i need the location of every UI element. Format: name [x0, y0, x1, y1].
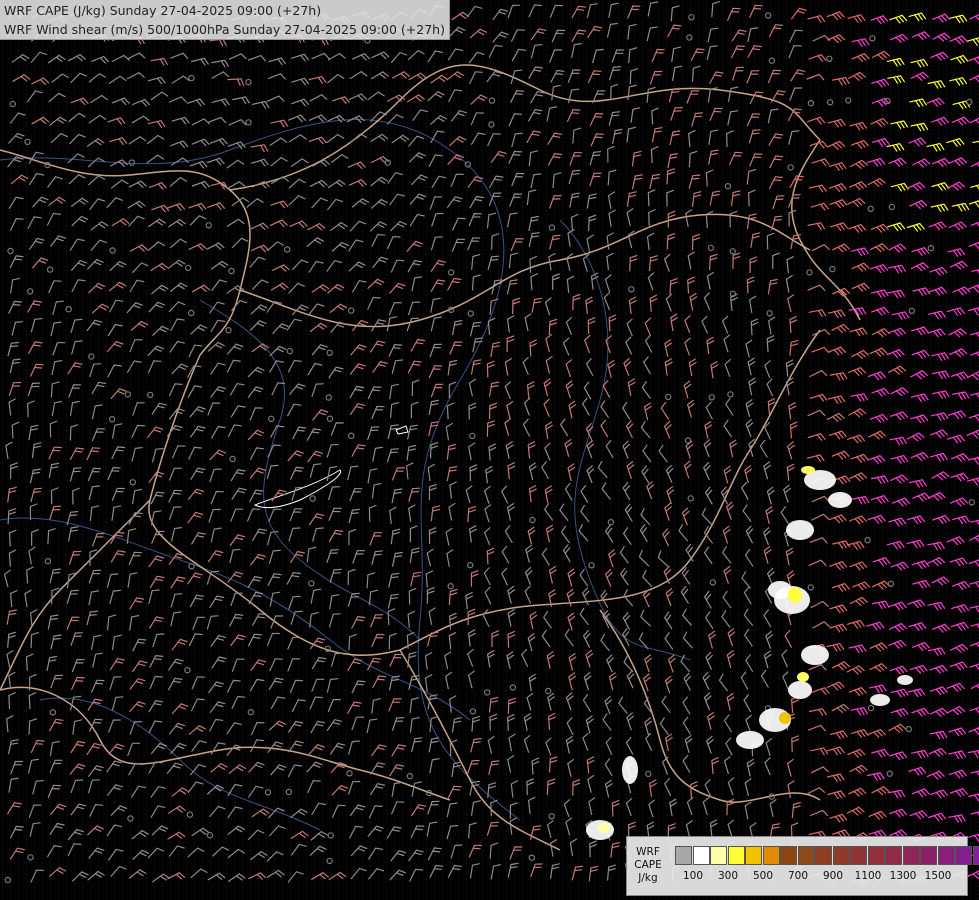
legend-swatch [798, 846, 815, 865]
legend-swatch [815, 846, 832, 865]
legend-swatch [973, 846, 979, 865]
cape-legend: WRF CAPE J/kg 100 300 500 700 900 1100 1300 150… [626, 836, 968, 896]
legend-tick-label: 1300 [890, 870, 917, 882]
legend-tick-labels: 100 300 500 700 900 1100 1300 1500 [675, 870, 965, 884]
legend-tick-label: 900 [823, 870, 843, 882]
legend-swatch [728, 846, 745, 865]
legend-title-unit: J/kg [631, 872, 665, 885]
legend-title-model: WRF [631, 846, 665, 859]
legend-swatch [675, 846, 692, 865]
legend-title: WRF CAPE J/kg [631, 846, 665, 885]
legend-tick-label: 1500 [925, 870, 952, 882]
legend-swatch [745, 846, 762, 865]
legend-swatch [903, 846, 920, 865]
legend-tick-label: 700 [788, 870, 808, 882]
legend-swatch [885, 846, 902, 865]
legend-swatch [763, 846, 780, 865]
legend-tick-label: 100 [683, 870, 703, 882]
map-header: WRF CAPE (J/kg) Sunday 27-04-2025 09:00 … [0, 0, 450, 40]
wind-shear-title: WRF Wind shear (m/s) 500/1000hPa Sunday … [4, 20, 445, 39]
legend-color-scale [675, 846, 979, 865]
legend-swatch [833, 846, 850, 865]
legend-swatch [938, 846, 955, 865]
legend-tick-label: 300 [718, 870, 738, 882]
legend-swatch [850, 846, 867, 865]
legend-title-variable: CAPE [631, 859, 665, 872]
weather-map [0, 0, 979, 900]
legend-tick-label: 500 [753, 870, 773, 882]
legend-swatch [955, 846, 972, 865]
cape-title: WRF CAPE (J/kg) Sunday 27-04-2025 09:00 … [4, 1, 445, 20]
legend-swatch [920, 846, 937, 865]
legend-swatch [868, 846, 885, 865]
legend-swatch [710, 846, 727, 865]
legend-swatch [780, 846, 797, 865]
legend-tick-label: 1100 [855, 870, 882, 882]
legend-swatch [693, 846, 710, 865]
